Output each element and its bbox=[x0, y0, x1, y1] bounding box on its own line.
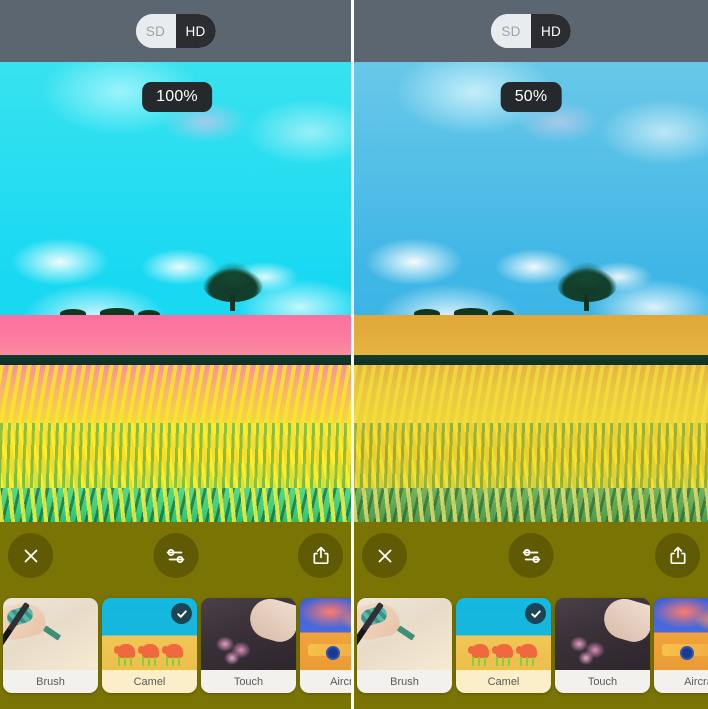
tree-crown-top bbox=[213, 262, 253, 288]
right-style-strip[interactable]: Brush Camel Touch Aircr bbox=[354, 590, 708, 709]
camel-shape bbox=[114, 644, 135, 658]
field-band-near bbox=[354, 423, 708, 488]
tree-trunk bbox=[584, 294, 589, 311]
camel-legs bbox=[496, 657, 513, 666]
ferrule-shape bbox=[396, 625, 416, 641]
share-icon bbox=[312, 546, 329, 565]
quality-toggle[interactable]: SD HD bbox=[491, 14, 571, 48]
thumb-artwork bbox=[654, 598, 708, 670]
field-band-mid bbox=[354, 365, 708, 423]
style-label: Touch bbox=[555, 670, 650, 693]
style-thumb-touch[interactable]: Touch bbox=[201, 598, 296, 693]
sliders-icon bbox=[522, 548, 540, 563]
quality-option-hd[interactable]: HD bbox=[531, 14, 571, 48]
thumb-artwork bbox=[201, 598, 296, 670]
intensity-badge: 100% bbox=[142, 82, 212, 112]
style-thumb-brush[interactable]: Brush bbox=[3, 598, 98, 693]
thumb-artwork bbox=[555, 598, 650, 670]
tree-crown-top bbox=[567, 262, 607, 288]
field-band-mid bbox=[0, 365, 351, 423]
field-band-near bbox=[0, 423, 351, 488]
flower-shape bbox=[215, 634, 255, 666]
lone-tree bbox=[557, 262, 617, 314]
right-panel: SD HD 50% Brush Camel Touch Aircr bbox=[354, 0, 708, 709]
quality-option-hd[interactable]: HD bbox=[175, 14, 216, 48]
style-thumb-brush[interactable]: Brush bbox=[357, 598, 452, 693]
thumb-artwork bbox=[357, 598, 452, 670]
close-button[interactable] bbox=[362, 533, 407, 578]
style-thumb-camel[interactable]: Camel bbox=[102, 598, 197, 693]
left-header-bar: SD HD bbox=[0, 0, 351, 62]
field-band-far bbox=[354, 315, 708, 355]
style-thumb-aircraft[interactable]: Aircraft bbox=[300, 598, 351, 693]
left-image-canvas[interactable]: 100% bbox=[0, 62, 351, 522]
right-header-bar: SD HD bbox=[354, 0, 708, 62]
quality-option-sd[interactable]: SD bbox=[491, 14, 531, 48]
lone-tree bbox=[203, 262, 263, 314]
camel-shape bbox=[492, 644, 513, 658]
camel-legs bbox=[472, 657, 489, 666]
check-icon bbox=[176, 609, 187, 618]
tree-trunk bbox=[230, 294, 235, 311]
share-icon bbox=[669, 546, 686, 565]
close-icon bbox=[378, 549, 391, 562]
camel-shape bbox=[468, 644, 489, 658]
engine-shape bbox=[680, 646, 694, 660]
field-foreground bbox=[0, 488, 351, 522]
field-hedgerow bbox=[354, 355, 708, 365]
field-foreground bbox=[354, 488, 708, 522]
style-label: Brush bbox=[357, 670, 452, 693]
style-label: Camel bbox=[102, 670, 197, 693]
style-thumb-camel[interactable]: Camel bbox=[456, 598, 551, 693]
style-transfer-comparison: SD HD 100% Brush Camel Touch Airc SD HD … bbox=[0, 0, 708, 709]
adjust-button[interactable] bbox=[508, 533, 554, 578]
engine-shape bbox=[326, 646, 340, 660]
camel-shape bbox=[138, 644, 159, 658]
quality-toggle[interactable]: SD HD bbox=[135, 14, 216, 48]
style-thumb-touch[interactable]: Touch bbox=[555, 598, 650, 693]
adjust-button[interactable] bbox=[153, 533, 198, 578]
close-button[interactable] bbox=[8, 533, 53, 578]
intensity-badge: 50% bbox=[500, 82, 562, 112]
right-toolbar bbox=[354, 522, 708, 590]
thumb-artwork bbox=[3, 598, 98, 670]
share-button[interactable] bbox=[298, 533, 343, 578]
sliders-icon bbox=[166, 548, 185, 563]
field-hedgerow bbox=[0, 355, 351, 365]
flower-shape bbox=[569, 634, 609, 666]
camel-legs bbox=[142, 657, 159, 666]
camel-legs bbox=[520, 657, 537, 666]
left-style-strip[interactable]: Brush Camel Touch Airc bbox=[0, 590, 351, 709]
style-label: Touch bbox=[201, 670, 296, 693]
style-label: Brush bbox=[3, 670, 98, 693]
style-label: Aircraft bbox=[654, 670, 708, 693]
check-icon bbox=[530, 609, 541, 618]
style-label: Aircraft bbox=[300, 670, 351, 693]
camel-shape bbox=[162, 644, 183, 658]
thumb-artwork bbox=[300, 598, 351, 670]
quality-option-sd[interactable]: SD bbox=[135, 14, 176, 48]
ferrule-shape bbox=[42, 625, 62, 641]
style-thumb-aircraft[interactable]: Aircraft bbox=[654, 598, 708, 693]
left-panel: SD HD 100% Brush Camel Touch Airc bbox=[0, 0, 354, 709]
left-toolbar bbox=[0, 522, 351, 590]
selected-badge bbox=[525, 603, 546, 624]
close-icon bbox=[24, 549, 37, 562]
right-image-canvas[interactable]: 50% bbox=[354, 62, 708, 522]
camel-shape bbox=[516, 644, 537, 658]
camel-legs bbox=[166, 657, 183, 666]
camel-legs bbox=[118, 657, 135, 666]
field-band-far bbox=[0, 315, 351, 355]
style-label: Camel bbox=[456, 670, 551, 693]
share-button[interactable] bbox=[655, 533, 700, 578]
selected-badge bbox=[171, 603, 192, 624]
